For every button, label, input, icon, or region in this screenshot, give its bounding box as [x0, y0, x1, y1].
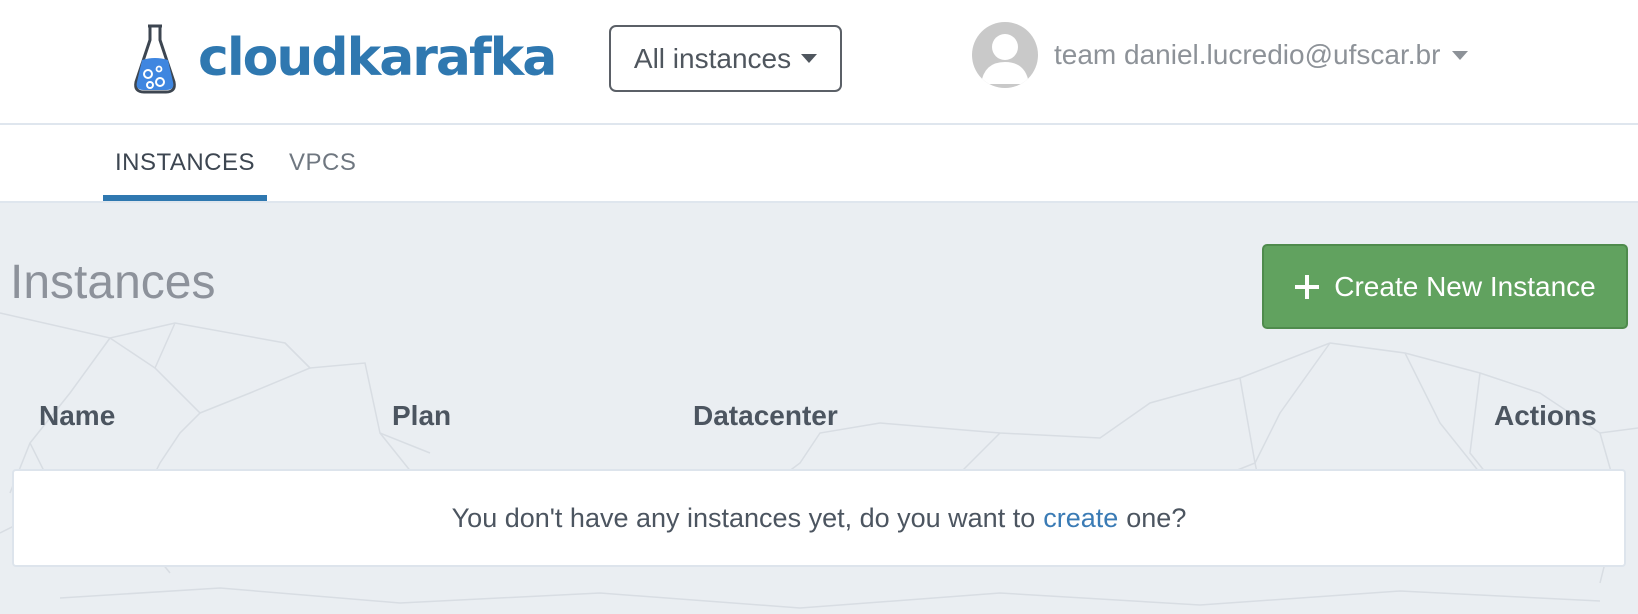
brand-logo[interactable]: cloudkarafka [130, 22, 557, 94]
user-label: team daniel.lucredio@ufscar.br [1054, 39, 1441, 70]
instance-filter-dropdown[interactable]: All instances [609, 25, 842, 92]
column-header-actions: Actions [1494, 400, 1597, 431]
user-avatar-icon [972, 22, 1038, 88]
empty-state-text-end: one? [1126, 502, 1187, 533]
flask-icon [134, 24, 176, 94]
column-header-plan: Plan [392, 400, 452, 431]
tab-instances[interactable]: INSTANCES [103, 125, 267, 201]
tab-vpcs[interactable]: VPCS [289, 125, 356, 201]
top-header: cloudkarafka All instances team daniel.l… [0, 0, 1638, 125]
column-header-datacenter: Datacenter [693, 400, 838, 431]
column-header-name: Name [39, 400, 116, 431]
nav-tabs: INSTANCES VPCS [0, 125, 1638, 203]
plus-icon [1295, 274, 1320, 299]
main-content: Instances Create New Instance Name Plan … [0, 203, 1638, 614]
empty-state-row: You don't have any instances yet, do you… [12, 469, 1626, 567]
brand-name: cloudkarafka [198, 28, 557, 88]
empty-state-text: You don't have any instances yet, do you… [451, 502, 1036, 533]
page-title: Instances [10, 256, 216, 309]
instance-filter-label: All instances [633, 42, 792, 74]
create-instance-link[interactable]: create [1043, 503, 1118, 534]
create-button-label: Create New Instance [1334, 270, 1596, 302]
chevron-down-icon [801, 54, 818, 63]
chevron-down-icon [1452, 50, 1469, 60]
create-new-instance-button[interactable]: Create New Instance [1262, 244, 1628, 329]
user-menu[interactable]: team daniel.lucredio@ufscar.br [972, 22, 1469, 88]
